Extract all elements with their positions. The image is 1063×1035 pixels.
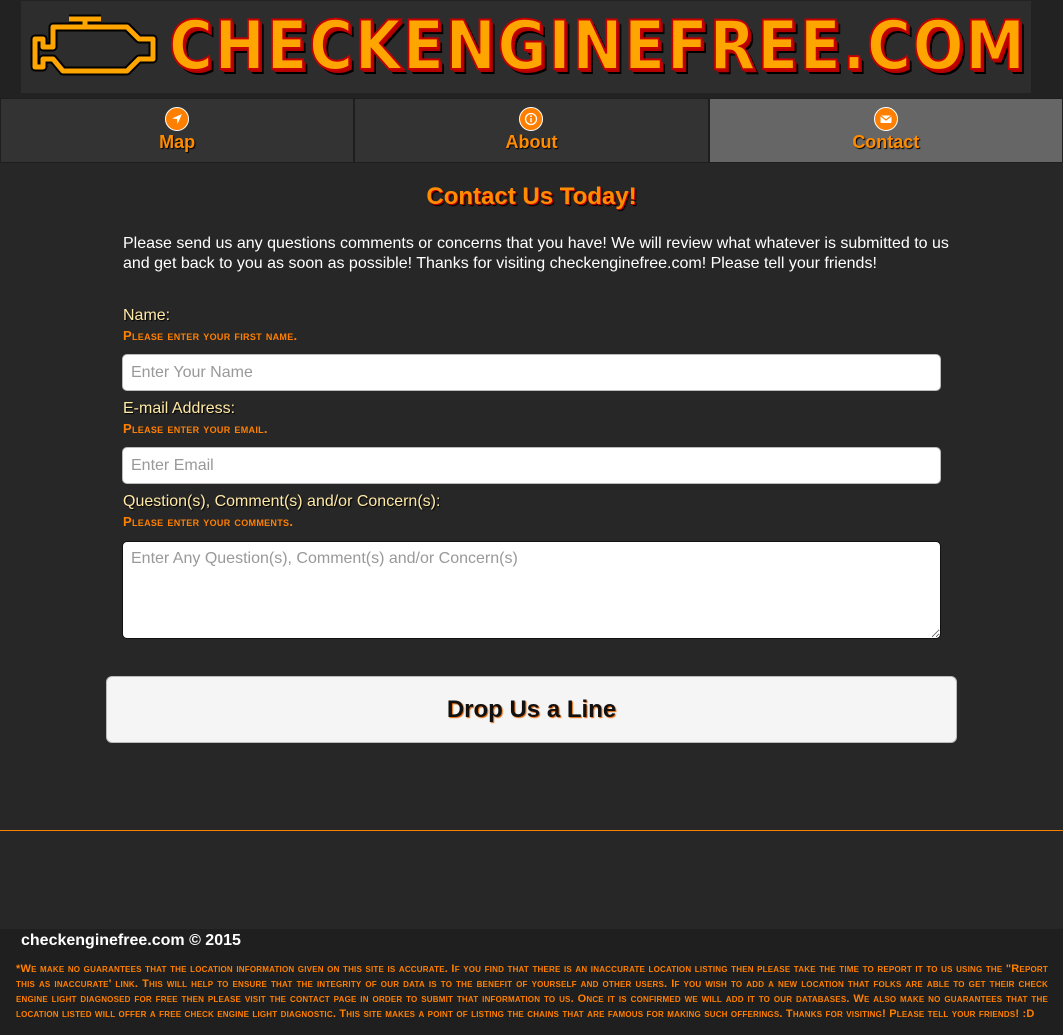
email-input[interactable] <box>122 447 941 484</box>
nav-item-label: About <box>505 132 558 152</box>
nav-item-map[interactable]: Map <box>0 98 355 163</box>
email-hint: Please enter your email. <box>123 421 268 436</box>
footer-divider <box>0 830 1063 831</box>
intro-text: Please send us any questions comments or… <box>123 235 949 272</box>
disclaimer-text: *We make no guarantees that the location… <box>16 963 1048 1020</box>
navigation-arrow-icon <box>165 107 190 131</box>
main-nav: Map About Contact <box>0 98 1063 163</box>
site-footer: checkenginefree.com © 2015 *We make no g… <box>0 929 1063 1035</box>
copyright-text: checkenginefree.com © 2015 <box>21 932 241 949</box>
site-header: CHECKENGINEFREE.COM <box>0 0 1063 98</box>
comments-label: Question(s), Comment(s) and/or Concern(s… <box>123 493 441 510</box>
page-title: Contact Us Today! <box>426 183 637 210</box>
email-label: E-mail Address: <box>123 400 236 417</box>
logo-text: CHECKENGINEFREE.COM <box>168 7 1027 86</box>
info-icon <box>519 107 544 131</box>
check-engine-icon <box>30 14 158 76</box>
site-logo[interactable]: CHECKENGINEFREE.COM <box>21 1 1031 93</box>
comments-textarea[interactable] <box>122 541 941 639</box>
envelope-icon <box>873 107 898 131</box>
nav-item-label: Contact <box>852 132 920 152</box>
name-input[interactable] <box>122 354 941 391</box>
comments-hint: Please enter your comments. <box>123 514 294 529</box>
name-label: Name: <box>123 307 171 324</box>
name-hint: Please enter your first name. <box>123 328 298 343</box>
nav-item-label: Map <box>159 132 196 152</box>
nav-item-contact[interactable]: Contact <box>708 98 1063 163</box>
nav-item-about[interactable]: About <box>354 98 709 163</box>
submit-button[interactable]: Drop Us a Line <box>106 676 957 743</box>
